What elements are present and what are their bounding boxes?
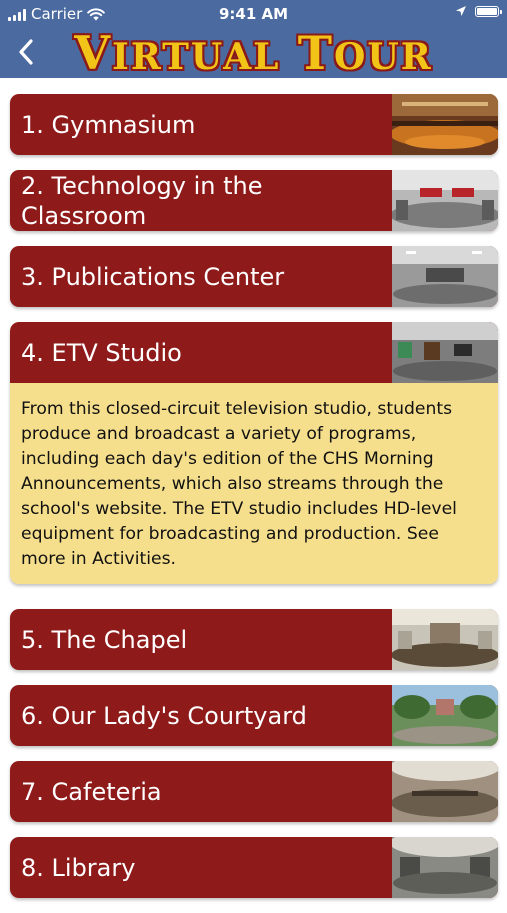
tour-item-label: 4. ETV Studio (21, 338, 182, 367)
tour-item-label: 6. Our Lady's Courtyard (21, 701, 307, 730)
tour-item-label: 7. Cafeteria (21, 777, 162, 806)
battery-icon (475, 5, 502, 17)
tour-item-label: 2. Technology in the Classroom (21, 171, 263, 230)
tour-item-gymnasium[interactable]: 1. Gymnasium (10, 94, 498, 155)
location-arrow-icon (456, 6, 466, 16)
tour-item-description: From this closed-circuit television stud… (21, 399, 457, 569)
tour-item-chapel[interactable]: 5. The Chapel (10, 609, 498, 670)
tour-item-publications[interactable]: 3. Publications Center (10, 246, 498, 307)
tour-item-label: 3. Publications Center (21, 262, 285, 291)
tour-item-courtyard[interactable]: 6. Our Lady's Courtyard (10, 685, 498, 746)
office-thumbnail (392, 246, 498, 307)
tour-item-label: 5. The Chapel (21, 625, 188, 654)
tour-item-etv-studio[interactable]: 4. ETV Studio (10, 322, 498, 383)
tour-list: 1. Gymnasium 2. Technology in the Classr… (10, 94, 498, 913)
page-title: VIRTUAL TOUR (74, 26, 433, 80)
gymnasium-thumbnail (392, 94, 498, 155)
tour-item-cafeteria[interactable]: 7. Cafeteria (10, 761, 498, 822)
tour-item-label: 1. Gymnasium (21, 110, 196, 139)
status-bar: Carrier 9:41 AM (0, 0, 507, 28)
tour-item-technology[interactable]: 2. Technology in the Classroom (10, 170, 498, 231)
navigation-bar: Carrier 9:41 AM VIRTUAL TOUR (0, 0, 507, 78)
tour-item-library[interactable]: 8. Library (10, 837, 498, 898)
studio-thumbnail (392, 322, 498, 383)
library-thumbnail (392, 837, 498, 898)
tour-item-label: 8. Library (21, 853, 136, 882)
courtyard-thumbnail (392, 685, 498, 746)
classroom-thumbnail (392, 170, 498, 231)
chapel-thumbnail (392, 609, 498, 670)
tour-item-etv-expanded: 4. ETV Studio From this closed-circuit t… (10, 322, 498, 584)
status-time: 9:41 AM (218, 5, 289, 23)
cafeteria-thumbnail (392, 761, 498, 822)
